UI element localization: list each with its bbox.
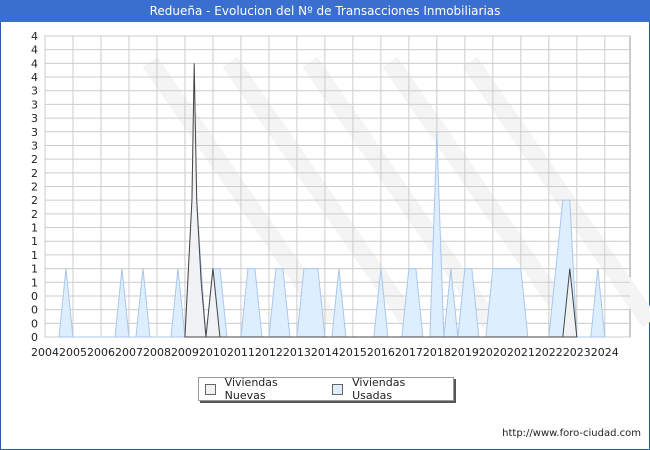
x-tick-label: 2019 xyxy=(451,346,479,359)
y-tick-label: 2 xyxy=(31,181,38,194)
y-tick-label: 1 xyxy=(31,222,38,235)
y-tick-label: 1 xyxy=(31,235,38,248)
x-tick-label: 2015 xyxy=(339,346,367,359)
legend-label-nuevas: Viviendas Nuevas xyxy=(224,376,278,402)
y-tick-label: 2 xyxy=(31,208,38,221)
y-tick-label: 0 xyxy=(31,290,38,303)
y-tick-label: 3 xyxy=(31,112,38,125)
y-tick-label: 3 xyxy=(31,85,38,98)
x-tick-label: 2011 xyxy=(227,346,255,359)
x-tick-label: 2024 xyxy=(591,346,619,359)
y-tick-label: 0 xyxy=(31,317,38,330)
legend-label-usadas: Viviendas Usadas xyxy=(352,376,406,402)
y-tick-label: 0 xyxy=(31,331,38,344)
y-tick-label: 2 xyxy=(31,153,38,166)
y-tick-label: 4 xyxy=(31,44,38,57)
y-tick-label: 0 xyxy=(31,304,38,317)
y-tick-label: 2 xyxy=(31,194,38,207)
legend-swatch-usadas xyxy=(332,383,344,395)
x-tick-label: 2006 xyxy=(87,346,115,359)
x-tick-label: 2018 xyxy=(423,346,451,359)
x-tick-label: 2016 xyxy=(367,346,395,359)
y-tick-label: 1 xyxy=(31,263,38,276)
y-tick-label: 1 xyxy=(31,249,38,262)
legend: Viviendas Nuevas Viviendas Usadas xyxy=(198,376,454,402)
y-tick-label: 3 xyxy=(31,126,38,139)
footer-url: http://www.foro-ciudad.com xyxy=(502,428,641,439)
x-tick-label: 2007 xyxy=(115,346,143,359)
y-tick-label: 4 xyxy=(31,71,38,84)
x-tick-label: 2005 xyxy=(59,346,87,359)
y-tick-label: 4 xyxy=(31,57,38,70)
y-tick-label: 2 xyxy=(31,167,38,180)
x-tick-label: 2022 xyxy=(535,346,563,359)
legend-item-usadas: Viviendas Usadas xyxy=(332,376,445,402)
x-tick-label: 2012 xyxy=(255,346,283,359)
legend-item-nuevas: Viviendas Nuevas xyxy=(205,376,318,402)
chart-title: Redueña - Evolucion del Nº de Transaccio… xyxy=(0,0,650,22)
y-tick-label: 1 xyxy=(31,276,38,289)
x-tick-label: 2004 xyxy=(31,346,59,359)
x-tick-label: 2010 xyxy=(199,346,227,359)
y-tick-label: 3 xyxy=(31,139,38,152)
x-tick-label: 2023 xyxy=(563,346,591,359)
legend-swatch-nuevas xyxy=(205,383,216,395)
x-tick-label: 2021 xyxy=(507,346,535,359)
x-tick-label: 2008 xyxy=(143,346,171,359)
x-tick-label: 2014 xyxy=(311,346,339,359)
y-tick-label: 4 xyxy=(31,30,38,43)
x-tick-label: 2009 xyxy=(171,346,199,359)
chart-svg: 000011111222223333344442004 2005 2006 2007 2… xyxy=(31,30,650,359)
x-tick-label: 2020 xyxy=(479,346,507,359)
x-tick-label: 2017 xyxy=(395,346,423,359)
x-tick-label: 2013 xyxy=(283,346,311,359)
y-tick-label: 3 xyxy=(31,98,38,111)
